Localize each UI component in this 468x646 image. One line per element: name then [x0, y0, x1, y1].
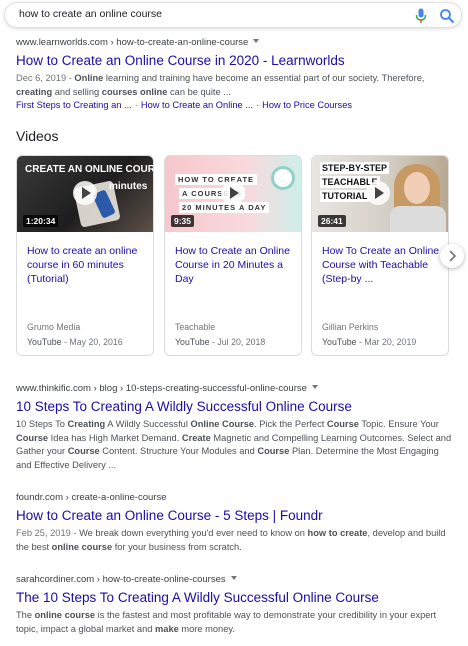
- chevron-right-icon: [449, 250, 457, 262]
- thumbnail-caption: CREATE AN ONLINE COURSE: [25, 164, 153, 175]
- caret-down-icon[interactable]: [230, 576, 237, 580]
- play-icon[interactable]: [366, 181, 390, 205]
- video-thumbnail[interactable]: HOW TO CREATE A COURSE IN 20 MINUTES A D…: [165, 156, 301, 232]
- video-meta: YouTube - May 20, 2016: [27, 337, 123, 347]
- search-result: foundr.com › create-a-online-course How …: [16, 491, 456, 554]
- result-title-link[interactable]: How to Create an Online Course - 5 Steps…: [16, 507, 456, 525]
- sitelinks: First Steps to Creating an ... · How to Cr…: [16, 100, 353, 111]
- carousel-next-button[interactable]: [440, 244, 464, 268]
- video-channel: Teachable: [175, 322, 216, 332]
- result-snippet: Dec 6, 2019 - Online learning and traini…: [16, 73, 425, 97]
- thumbnail-caption: minutes: [109, 181, 148, 192]
- video-title-link[interactable]: How to create an online course in 60 min…: [27, 244, 147, 286]
- video-channel: Grumo Media: [27, 322, 81, 332]
- thumbnail-caption: STEP-BY-STEP: [320, 162, 390, 174]
- search-result: sarahcordiner.com › how-to-create-online…: [16, 573, 456, 636]
- play-icon[interactable]: [221, 181, 245, 205]
- video-duration: 9:35: [171, 215, 195, 227]
- result-title-link[interactable]: 10 Steps To Creating A Wildly Successful…: [16, 398, 456, 416]
- sitelink[interactable]: How to Create an Online ...: [141, 100, 253, 110]
- search-input[interactable]: how to create an online course: [19, 8, 162, 20]
- thumbnail-caption: 20 MINUTES A DAY: [179, 202, 270, 213]
- video-channel: Gillian Perkins: [322, 322, 379, 332]
- search-bar[interactable]: how to create an online course: [4, 2, 462, 28]
- result-snippet: Feb 25, 2019 - We break down everything …: [16, 528, 446, 552]
- thumbnail-caption: HOW TO CREATE: [175, 174, 258, 185]
- result-url[interactable]: www.learnworlds.com › how-to-create-an-o…: [16, 36, 456, 49]
- sitelink[interactable]: First Steps to Creating an ...: [16, 100, 132, 110]
- result-url[interactable]: sarahcordiner.com › how-to-create-online…: [16, 573, 456, 586]
- result-snippet: The online course is the fastest and mos…: [16, 610, 437, 634]
- result-url[interactable]: www.thinkific.com › blog › 10-steps-crea…: [16, 382, 456, 395]
- video-meta: YouTube - Jul 20, 2018: [175, 337, 266, 347]
- thumbnail-caption: TUTORIAL: [320, 190, 370, 202]
- videos-heading: Videos: [16, 128, 59, 144]
- play-icon[interactable]: [73, 181, 97, 205]
- video-meta: YouTube - Mar 20, 2019: [322, 337, 417, 347]
- video-card[interactable]: STEP-BY-STEP TEACHABLE TUTORIAL 26:41 Ho…: [311, 155, 449, 356]
- search-icon[interactable]: [439, 8, 455, 24]
- video-card[interactable]: HOW TO CREATE A COURSE IN 20 MINUTES A D…: [164, 155, 302, 356]
- video-title-link[interactable]: How to Create an Online Course in 20 Min…: [175, 244, 295, 286]
- microphone-icon[interactable]: [415, 8, 427, 24]
- video-thumbnail[interactable]: CREATE AN ONLINE COURSE minutes 1:20:34: [17, 156, 153, 232]
- result-title-link[interactable]: How to Create an Online Course in 2020 -…: [16, 52, 456, 70]
- search-result: www.learnworlds.com › how-to-create-an-o…: [16, 36, 456, 113]
- sitelink[interactable]: How to Price Courses: [262, 100, 352, 110]
- video-thumbnail[interactable]: STEP-BY-STEP TEACHABLE TUTORIAL 26:41: [312, 156, 448, 232]
- caret-down-icon[interactable]: [253, 39, 260, 43]
- video-duration: 26:41: [318, 215, 346, 227]
- video-duration: 1:20:34: [23, 215, 59, 227]
- result-snippet: 10 Steps To Creating A Wildly Successful…: [16, 419, 452, 470]
- video-title-link[interactable]: How To Create an Online Course with Teac…: [322, 244, 442, 286]
- video-card[interactable]: CREATE AN ONLINE COURSE minutes 1:20:34 …: [16, 155, 154, 356]
- search-result: www.thinkific.com › blog › 10-steps-crea…: [16, 382, 456, 472]
- result-title-link[interactable]: The 10 Steps To Creating A Wildly Succes…: [16, 589, 456, 607]
- result-url[interactable]: foundr.com › create-a-online-course: [16, 491, 456, 504]
- caret-down-icon[interactable]: [311, 385, 318, 389]
